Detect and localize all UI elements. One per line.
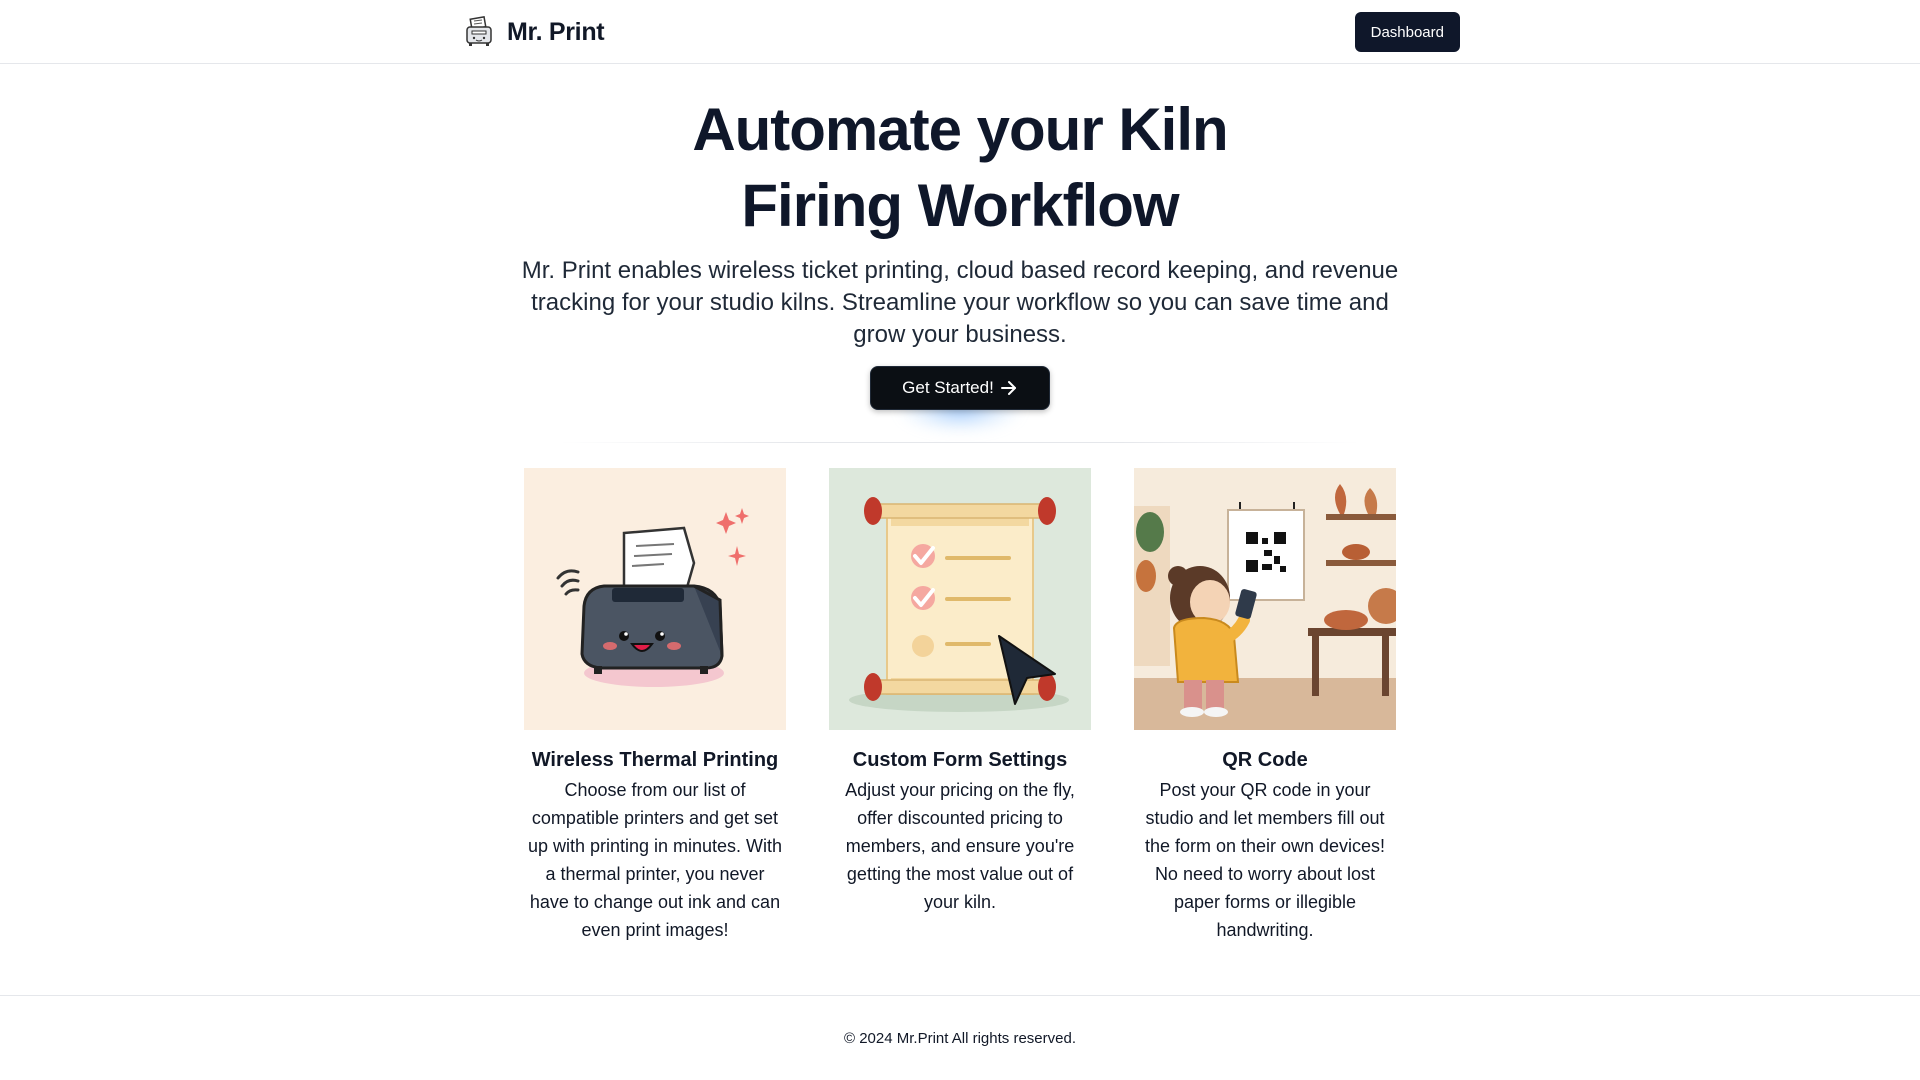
feature-card-custom-form: Custom Form Settings Adjust your pricing… — [829, 468, 1091, 916]
feature-card-wireless-printing: Wireless Thermal Printing Choose from ou… — [524, 468, 786, 944]
hero-title: Automate your Kiln Firing Workflow — [560, 92, 1360, 244]
section-divider — [560, 442, 1360, 443]
dashboard-button[interactable]: Dashboard — [1354, 12, 1460, 52]
site-footer: © 2024 Mr.Print All rights reserved. — [0, 995, 1920, 1080]
arrow-right-icon — [1000, 381, 1016, 395]
copyright-text: © 2024 Mr.Print All rights reserved. — [844, 1030, 1076, 1047]
get-started-label: Get Started! — [902, 378, 994, 397]
feature-title: Custom Form Settings — [852, 749, 1068, 771]
checklist-scroll-with-cursor-illustration — [829, 468, 1091, 730]
cta-container: Get Started! — [870, 366, 1050, 432]
header-container: Mr. Print Dashboard — [463, 0, 1460, 64]
hero-title-line-1: Automate your Kiln — [692, 96, 1228, 163]
brand-name: Mr. Print — [507, 17, 605, 46]
feature-title: QR Code — [1222, 749, 1308, 771]
get-started-button[interactable]: Get Started! — [870, 366, 1050, 410]
feature-description: Adjust your pricing on the fly, offer di… — [845, 780, 1075, 912]
brand-link[interactable]: Mr. Print — [463, 15, 605, 49]
hero-subtitle: Mr. Print enables wireless ticket printi… — [521, 257, 1399, 348]
feature-description: Post your QR code in your studio and let… — [1144, 780, 1386, 940]
feature-card-qr-code: QR Code Post your QR code in your studio… — [1134, 468, 1396, 944]
cute-thermal-printer-illustration — [524, 468, 786, 730]
hero-title-line-2: Firing Workflow — [741, 172, 1179, 239]
child-scanning-qr-code-illustration — [1134, 468, 1396, 730]
site-header: Mr. Print Dashboard — [0, 0, 1920, 64]
feature-description: Choose from our list of compatible print… — [527, 780, 783, 940]
printer-logo-icon — [466, 15, 492, 46]
feature-title: Wireless Thermal Printing — [531, 749, 779, 771]
